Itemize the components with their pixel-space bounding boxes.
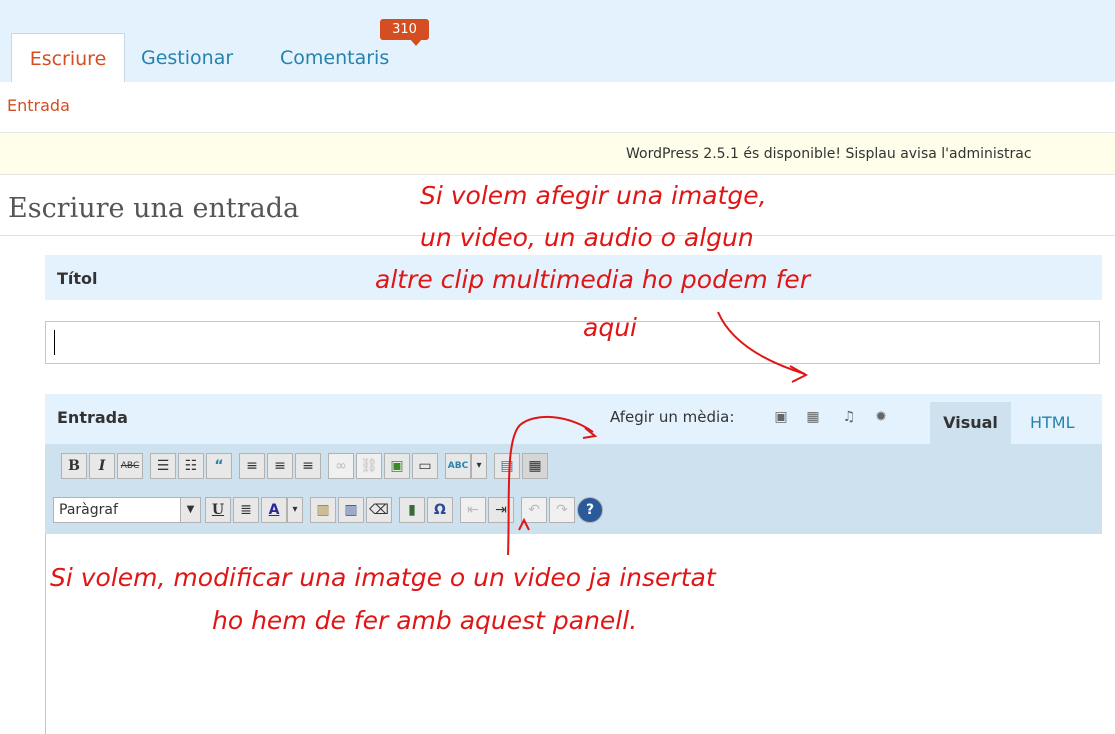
editor-toolbar: B I ABC ☰ ☷ “ ≡ ≡ ≡ ∞ ⛓ ▣ ▭ ABC ▾ ▤ ▦ Pa… [45, 444, 1102, 534]
spellcheck-dropdown-button[interactable]: ▾ [471, 453, 487, 479]
add-audio-icon[interactable]: ♫ [841, 409, 857, 425]
align-right-button[interactable]: ≡ [295, 453, 321, 479]
entry-label: Entrada [57, 408, 128, 427]
text-color-dropdown-button[interactable]: ▾ [287, 497, 303, 523]
outdent-button[interactable]: ⇤ [460, 497, 486, 523]
special-character-button[interactable]: Ω [427, 497, 453, 523]
entry-box-header: Entrada Afegir un mèdia: ▣ ▦ ♫ ✹ Visual … [45, 394, 1102, 444]
annotation-top-line-4: aqui [583, 313, 637, 342]
italic-button[interactable]: I [89, 453, 115, 479]
page-title: Escriure una entrada [8, 193, 300, 224]
edit-media-button[interactable]: ▮ [399, 497, 425, 523]
annotation-top-line-2: un video, un audio o algun [420, 223, 754, 252]
text-color-button[interactable]: A [261, 497, 287, 523]
align-left-button[interactable]: ≡ [239, 453, 265, 479]
add-image-icon[interactable]: ▣ [773, 409, 789, 425]
tab-escriure[interactable]: Escriure [11, 33, 125, 84]
indent-button[interactable]: ⇥ [488, 497, 514, 523]
add-video-icon[interactable]: ▦ [805, 409, 821, 425]
comment-count-badge: 310 [380, 19, 429, 46]
paste-word-button[interactable]: ▥ [338, 497, 364, 523]
update-notice-text: WordPress 2.5.1 és disponible! Sisplau a… [626, 146, 1032, 162]
insert-image-button[interactable]: ▣ [384, 453, 410, 479]
blockquote-button[interactable]: “ [206, 453, 232, 479]
fullscreen-button[interactable]: ▤ [494, 453, 520, 479]
annotation-top-line-1: Si volem afegir una imatge, [420, 181, 767, 210]
title-label: Títol [57, 269, 98, 288]
underline-button[interactable]: U [205, 497, 231, 523]
help-button[interactable]: ? [577, 497, 603, 523]
kitchen-sink-button[interactable]: ▦ [522, 453, 548, 479]
remove-format-button[interactable]: ⌫ [366, 497, 392, 523]
tab-visual[interactable]: Visual [930, 402, 1011, 444]
subnav-entrada[interactable]: Entrada [7, 96, 70, 115]
title-input[interactable] [45, 321, 1100, 364]
spellcheck-button[interactable]: ABC [445, 453, 471, 479]
text-caret [54, 330, 55, 355]
tab-comentaris[interactable]: Comentaris [280, 35, 389, 81]
unlink-button[interactable]: ⛓ [356, 453, 382, 479]
update-notice: WordPress 2.5.1 és disponible! Sisplau a… [0, 134, 1115, 175]
justify-button[interactable]: ≣ [233, 497, 259, 523]
format-select-arrow[interactable]: ▼ [180, 497, 201, 523]
annotation-top-line-3: altre clip multimedia ho podem fer [375, 265, 811, 294]
strikethrough-button[interactable]: ABC [117, 453, 143, 479]
tab-html[interactable]: HTML [1030, 402, 1075, 444]
align-center-button[interactable]: ≡ [267, 453, 293, 479]
annotation-bottom-line-2: ho hem de fer amb aquest panell. [212, 606, 638, 635]
arrow-head-media [789, 365, 809, 383]
insert-link-button[interactable]: ∞ [328, 453, 354, 479]
bold-button[interactable]: B [61, 453, 87, 479]
undo-button[interactable]: ↶ [521, 497, 547, 523]
bullet-list-button[interactable]: ☰ [150, 453, 176, 479]
tab-gestionar[interactable]: Gestionar [141, 35, 233, 81]
paste-text-button[interactable]: ▥ [310, 497, 336, 523]
format-select[interactable]: Paràgraf [53, 497, 201, 523]
numbered-list-button[interactable]: ☷ [178, 453, 204, 479]
add-media-icon[interactable]: ✹ [873, 409, 889, 425]
annotation-bottom-line-1: Si volem, modificar una imatge o un vide… [50, 563, 716, 592]
sub-navigation: Entrada [0, 82, 1115, 133]
insert-more-button[interactable]: ▭ [412, 453, 438, 479]
redo-button[interactable]: ↷ [549, 497, 575, 523]
add-media-label: Afegir un mèdia: [610, 408, 735, 426]
